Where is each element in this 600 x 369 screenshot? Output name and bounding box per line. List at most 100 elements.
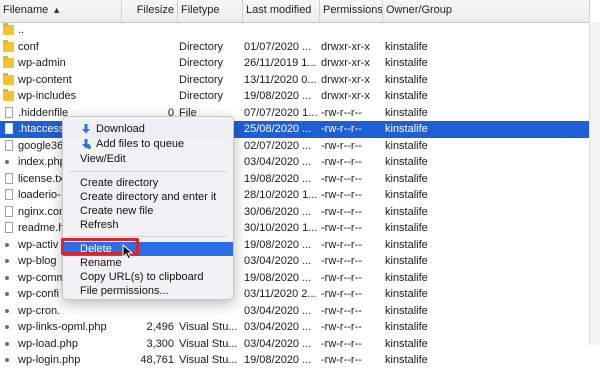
menu-item-create-directory[interactable]: Create directory [63,176,233,190]
permissions-cell: -rw-r--r-- [321,172,362,185]
table-row[interactable]: wp-admin Directory 26/11/2019 1... drwxr-xr… [0,55,590,72]
column-header-owner-group[interactable]: Owner/Group [383,0,590,22]
menu-item-add-to-queue[interactable]: Add files to queue [63,137,233,151]
column-header-filetype[interactable]: Filetype [178,0,243,22]
mouse-pointer-icon [122,244,134,260]
owner-group-cell: kinstalife [385,271,428,284]
menu-item-file-permissions[interactable]: File permissions... [63,284,233,298]
permissions-cell: drwxr-xr-x [321,40,370,53]
last-modified-cell: 03/04/2020 ... [244,156,312,168]
table-row[interactable]: .. [0,22,590,39]
owner-group-cell: kinstalife [385,156,428,168]
menu-item-rename[interactable]: Rename [63,256,233,270]
owner-group-cell: kinstalife [385,255,428,267]
last-modified-cell: 13/11/2020 0... [244,73,317,86]
permissions-cell: -rw-r--r-- [321,321,362,333]
table-row[interactable]: wp-links-opml.php 2,496 Visual Stu... 03/04… [0,319,590,336]
filename-cell: conf [18,40,39,53]
file-icon [5,123,13,134]
table-row[interactable]: wp-load.php 3,300 Visual Stu... 03/04/2020 … [0,336,590,353]
last-modified-cell: 19/08/2020 ... [244,271,312,284]
last-modified-cell: 03/04/2020 ... [244,255,312,267]
column-header-bar: Filename ▲ Filesize Filetype Last modifie… [0,0,590,23]
down-arrow-icon [82,124,90,134]
file-icon [5,222,13,233]
file-icon [5,189,13,200]
filetype-cell: Directory [179,57,224,69]
php-file-icon [5,292,9,296]
php-file-icon [5,275,9,280]
last-modified-cell: 02/07/2020 ... [244,139,312,152]
column-header-permissions[interactable]: Permissions [320,0,383,22]
owner-group-cell: kinstalife [385,40,428,53]
folder-icon [3,39,14,52]
filesize-cell: 3,300 [146,337,174,350]
vertical-scrollbar[interactable] [589,22,600,345]
filetype-cell: Visual Stu... [179,354,238,366]
filename-cell: wp-includes [18,90,77,102]
last-modified-cell: 30/10/2020 1... [244,222,318,234]
menu-item-create-directory-and-enter[interactable]: Create directory and enter it [63,190,233,204]
filesize-cell: 48,761 [140,354,174,366]
php-file-icon [5,358,9,362]
filename-cell: wp-admin [18,57,66,69]
menu-item-refresh[interactable]: Refresh [63,218,233,232]
filename-cell: wp-links-opml.php [18,321,107,333]
menu-item-view-edit[interactable]: View/Edit [63,152,233,166]
permissions-cell: -rw-r--r-- [321,288,362,300]
filetype-cell: Directory [179,40,224,53]
owner-group-cell: kinstalife [385,238,428,251]
filename-cell: wp-login.php [18,354,81,366]
chevron-up-icon: ▲ [52,5,62,15]
filename-cell: wp-load.php [18,337,78,350]
permissions-cell: -rw-r--r-- [321,222,362,234]
last-modified-cell: 03/04/2020 ... [244,304,312,317]
folder-icon [3,72,14,85]
table-row[interactable]: wp-includes Directory 19/08/2020 ... drwxr-… [0,88,590,105]
filename-cell: wp-cron. [18,304,61,317]
permissions-cell: -rw-r--r-- [321,139,362,152]
menu-item-copy-urls[interactable]: Copy URL(s) to clipboard [63,270,233,284]
php-file-icon [5,325,9,329]
folder-icon [3,56,14,68]
menu-item-create-new-file[interactable]: Create new file [63,204,233,218]
table-row[interactable]: conf Directory 01/07/2020 ... drwxr-xr-x kin… [0,39,590,56]
permissions-cell: -rw-r--r-- [321,337,362,350]
table-row[interactable]: wp-login.php 48,761 Visual Stu... 19/08/202… [0,352,590,369]
filetype-cell: Visual Stu... [179,337,238,350]
column-header-filesize[interactable]: Filesize [122,0,178,22]
file-icon [5,172,13,184]
owner-group-cell: kinstalife [385,172,428,185]
column-header-last-modified[interactable]: Last modified [243,0,320,22]
folder-icon [3,89,14,101]
php-file-icon [5,242,9,247]
menu-separator [69,236,227,237]
last-modified-cell: 03/04/2020 ... [244,337,312,350]
permissions-cell: drwxr-xr-x [321,73,370,86]
owner-group-cell: kinstalife [385,123,428,135]
menu-item-download[interactable]: Download [63,122,233,136]
permissions-cell: -rw-r--r-- [321,304,362,317]
permissions-cell: drwxr-xr-x [321,57,370,69]
permissions-cell: -rw-r--r-- [321,255,362,267]
owner-group-cell: kinstalife [385,90,428,102]
context-menu: Download Add files to queue View/Edit Cr… [62,116,234,300]
file-icon [5,205,13,217]
menu-separator [69,171,227,172]
filetype-cell: Directory [179,73,224,86]
folder-icon [3,23,14,35]
permissions-cell: -rw-r--r-- [321,205,362,218]
permissions-cell: -rw-r--r-- [321,354,362,366]
permissions-cell: -rw-r--r-- [321,271,362,284]
last-modified-cell: 19/08/2020 ... [244,172,312,185]
php-file-icon [5,160,9,164]
owner-group-cell: kinstalife [385,106,428,119]
owner-group-cell: kinstalife [385,288,428,300]
column-header-filename[interactable]: Filename ▲ [0,0,122,22]
last-modified-cell: 01/07/2020 ... [244,40,312,53]
table-row[interactable]: wp-content Directory 13/11/2020 0... drwxr-… [0,72,590,89]
table-row[interactable]: wp-cron. 03/04/2020 ... -rw-r--r-- kinstali… [0,303,590,320]
filename-cell: .. [18,24,25,36]
owner-group-cell: kinstalife [385,73,428,86]
last-modified-cell: 19/08/2020 ... [244,238,312,251]
